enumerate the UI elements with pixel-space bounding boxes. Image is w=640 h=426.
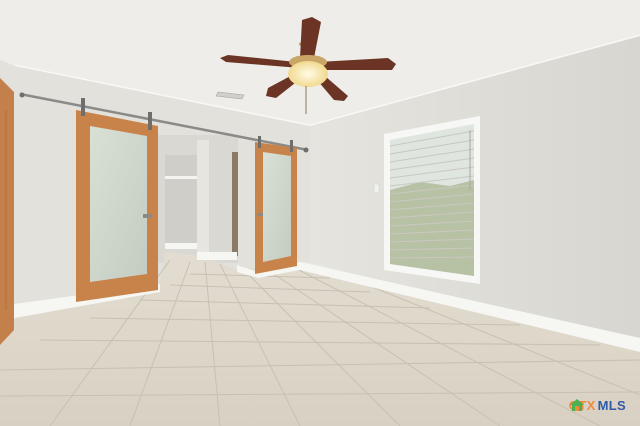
left-edge-door [0,78,14,345]
window-trees [390,180,474,276]
hall-baseboard [197,252,237,260]
closet-baseboard [165,243,197,249]
fan-light-dome [288,61,328,87]
barn-door-left-hanger-b [148,112,152,130]
hallway-door-edge [232,152,238,256]
closet-interior [165,155,197,247]
room-photo: CTX MLS [0,0,640,426]
closet-shelf [165,176,197,179]
barn-door-right-handle[interactable] [257,213,263,216]
mls-watermark: CTX MLS [569,398,626,413]
barn-door-right-hanger-b [290,140,293,152]
hallway-wall [197,140,209,258]
barn-door-right-glass [263,152,291,262]
room-illustration [0,0,640,426]
house-logo-icon [569,399,584,411]
barn-door-left-hanger-a [81,98,85,116]
barn-door-left-handle[interactable] [143,214,152,218]
barn-door-right-hanger-a [258,136,261,148]
barn-door-left-glass [90,126,147,282]
watermark-suffix: MLS [597,398,626,413]
rail-stop-left [19,92,25,98]
light-switch[interactable] [373,183,380,194]
rail-stop-right [303,147,309,153]
